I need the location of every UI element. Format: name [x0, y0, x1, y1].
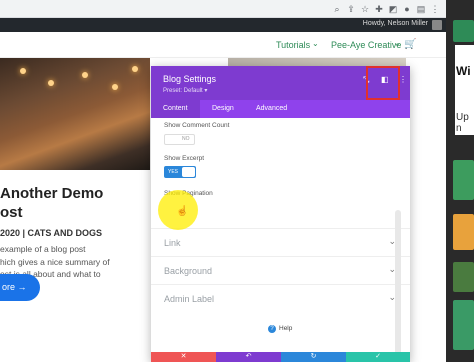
section-admin-label[interactable]: Admin Label ⌄	[151, 284, 410, 312]
chevron-down-icon: ⌄	[394, 39, 401, 48]
post-featured-image[interactable]	[0, 58, 150, 170]
browser-toolbar: ⌕ ⇪ ☆ ✚ ◩ ● ▤ ⋮	[0, 0, 474, 18]
modal-header[interactable]: Blog Settings Preset: Default ▾ ⤡ ◧ ⋮	[151, 66, 410, 100]
zoom-icon[interactable]: ⌕	[332, 4, 342, 14]
discard-button[interactable]: ✕	[151, 352, 216, 362]
thumbnail-card[interactable]	[453, 160, 474, 200]
show-excerpt-toggle[interactable]: YES	[164, 166, 196, 178]
howdy-user-link[interactable]: Howdy, Nelson Miller	[363, 20, 428, 27]
section-background[interactable]: Background ⌄	[151, 256, 410, 284]
show-comment-count-label: Show Comment Count	[164, 122, 230, 129]
site-header: Tutorials ⌄ Pee-Aye Creative ⌄ 🛒	[0, 32, 446, 58]
save-button[interactable]: ✓	[346, 352, 410, 362]
extension-puzzle-icon[interactable]: ◩	[388, 4, 398, 14]
wp-admin-bar: Howdy, Nelson Miller	[0, 18, 446, 32]
nav-tutorials[interactable]: Tutorials	[276, 40, 310, 50]
preset-dropdown[interactable]: Preset: Default ▾	[163, 87, 207, 94]
redo-button[interactable]: ↻	[281, 352, 346, 362]
nav-pee-aye-creative[interactable]: Pee-Aye Creative	[331, 40, 401, 50]
post-title-line1: Another Demo	[0, 185, 104, 202]
toggle-state-label: YES	[168, 169, 179, 175]
post-title-line2: ost	[0, 204, 23, 221]
tab-content[interactable]: Content	[151, 100, 200, 118]
cart-icon[interactable]: 🛒	[404, 39, 416, 50]
adjacent-heading: Wi	[456, 64, 471, 78]
read-more-button[interactable]: ore →	[0, 274, 40, 301]
show-comment-count-toggle[interactable]: NO	[164, 134, 195, 145]
help-icon: ?	[268, 325, 276, 333]
extension-icon[interactable]: ✚	[374, 4, 384, 14]
hand-cursor-icon: ☝	[176, 206, 189, 217]
help-link[interactable]: ? Help	[268, 325, 292, 333]
modal-tabs: Content Design Advanced	[151, 100, 410, 118]
highlight-box	[366, 66, 400, 100]
chevron-down-icon: ⌄	[312, 39, 319, 48]
modal-footer: ✕ ↶ ↻ ✓	[151, 352, 410, 362]
undo-button[interactable]: ↶	[216, 352, 281, 362]
modal-scrollbar[interactable]	[395, 210, 401, 360]
tab-advanced[interactable]: Advanced	[256, 105, 287, 112]
post-meta: 2020 | CATS AND DOGS	[0, 228, 103, 238]
help-label: Help	[279, 325, 293, 332]
reading-list-icon[interactable]: ▤	[416, 4, 426, 14]
avatar[interactable]	[432, 20, 442, 30]
show-excerpt-label: Show Excerpt	[164, 155, 205, 162]
profile-icon[interactable]: ●	[402, 4, 412, 14]
thumbnail-card[interactable]	[453, 20, 474, 42]
tab-design[interactable]: Design	[212, 105, 234, 112]
section-link[interactable]: Link ⌄	[151, 228, 410, 256]
section-link-label: Link	[164, 238, 181, 248]
section-admin-label-label: Admin Label	[164, 294, 215, 304]
thumbnail-card[interactable]	[453, 262, 474, 292]
modal-title: Blog Settings	[163, 74, 217, 84]
post-title[interactable]: Another Demo ost	[0, 184, 150, 222]
menu-dots-icon[interactable]: ⋮	[430, 4, 440, 14]
adjacent-subheading: Up n	[456, 112, 469, 134]
thumbnail-card[interactable]	[453, 214, 474, 250]
section-background-label: Background	[164, 266, 213, 276]
thumbnail-card[interactable]	[453, 300, 474, 350]
share-icon[interactable]: ⇪	[346, 4, 356, 14]
toggle-state-label: NO	[182, 136, 190, 142]
bookmark-star-icon[interactable]: ☆	[360, 4, 370, 14]
toggle-knob	[182, 167, 195, 177]
more-options-icon[interactable]: ⋮	[399, 75, 407, 84]
